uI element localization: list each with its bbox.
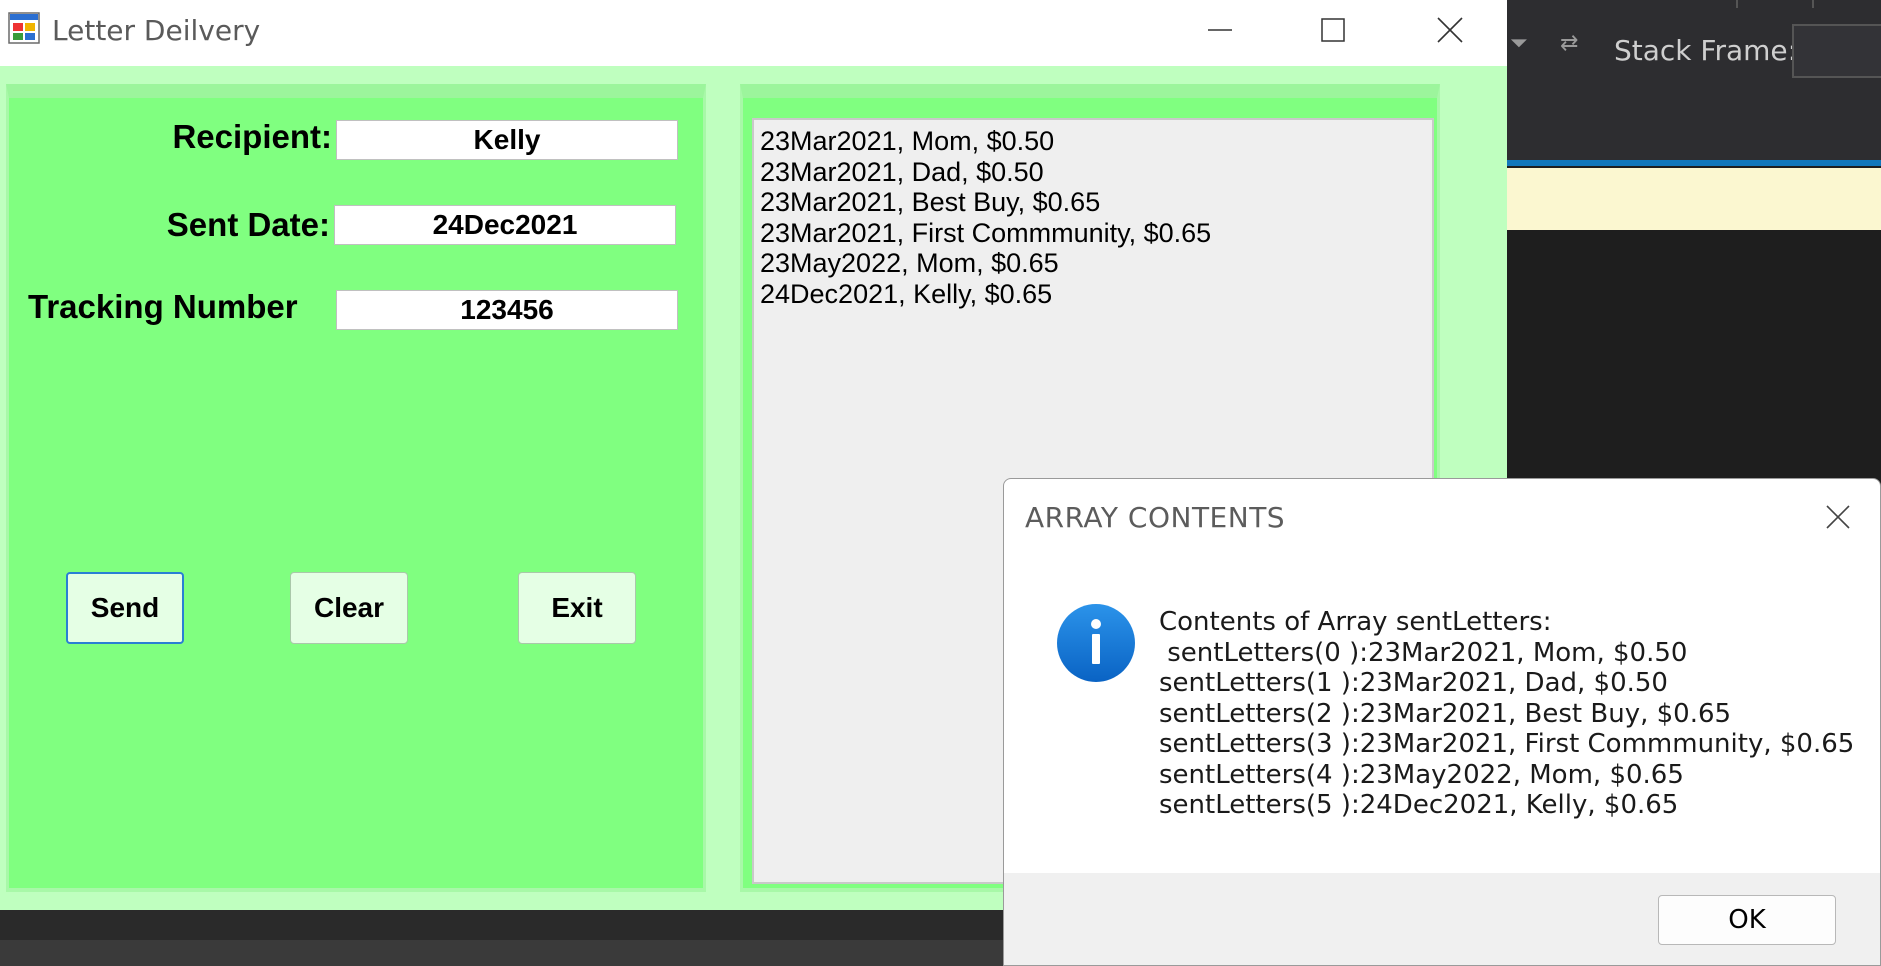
list-item[interactable]: 23May2022, Mom, $0.65 (760, 248, 1426, 279)
minimize-icon (1208, 29, 1232, 31)
stack-frame-dropdown[interactable] (1792, 24, 1881, 78)
array-contents-dialog: ARRAY CONTENTS Contents of Array sentLet… (1003, 478, 1881, 966)
recipient-field[interactable]: Kelly (336, 120, 678, 160)
stack-frame-label: Stack Frame: (1614, 34, 1798, 67)
window-title: Letter Deilvery (52, 14, 261, 47)
ide-status-area (0, 940, 1010, 966)
list-item[interactable]: 24Dec2021, Kelly, $0.65 (760, 279, 1426, 310)
exit-button[interactable]: Exit (518, 572, 636, 644)
message-line: sentLetters(1 ):23Mar2021, Dad, $0.50 (1159, 668, 1668, 698)
message-line: sentLetters(5 ):24Dec2021, Kelly, $0.65 (1159, 790, 1679, 820)
clear-button[interactable]: Clear (290, 572, 408, 644)
dialog-close-button[interactable] (1818, 497, 1858, 537)
maximize-icon (1321, 18, 1345, 42)
ide-toolbar-separator (1736, 0, 1738, 8)
filter-icon[interactable]: ⏷ (1510, 30, 1528, 56)
winforms-app-icon (8, 12, 40, 44)
dialog-footer: OK (1004, 873, 1880, 965)
list-item[interactable]: 23Mar2021, First Commmunity, $0.65 (760, 218, 1426, 249)
dialog-title: ARRAY CONTENTS (1025, 501, 1286, 534)
sent-date-field[interactable]: 24Dec2021 (334, 205, 676, 245)
minimize-button[interactable] (1190, 6, 1250, 54)
tracking-number-field[interactable]: 123456 (336, 290, 678, 330)
list-item[interactable]: 23Mar2021, Mom, $0.50 (760, 126, 1426, 157)
message-line: Contents of Array sentLetters: (1159, 607, 1552, 637)
tracking-number-label: Tracking Number (28, 288, 298, 325)
list-item[interactable]: 23Mar2021, Dad, $0.50 (760, 157, 1426, 188)
ide-accent-line (1500, 160, 1881, 166)
list-item[interactable]: 23Mar2021, Best Buy, $0.65 (760, 187, 1426, 218)
dialog-message: Contents of Array sentLetters: sentLette… (1159, 607, 1854, 821)
close-button[interactable] (1420, 6, 1480, 54)
close-icon (1437, 17, 1463, 43)
close-icon (1826, 505, 1850, 529)
message-line: sentLetters(0 ):23Mar2021, Mom, $0.50 (1159, 637, 1688, 668)
ide-info-bar (1500, 168, 1881, 230)
message-line: sentLetters(3 ):23Mar2021, First Commmun… (1159, 729, 1855, 759)
maximize-button[interactable] (1303, 6, 1363, 54)
info-icon (1057, 604, 1135, 682)
ide-toolbar-separator (1812, 0, 1814, 8)
title-bar[interactable]: Letter Deilvery (0, 0, 1507, 62)
message-line: sentLetters(2 ):23Mar2021, Best Buy, $0.… (1159, 698, 1732, 729)
send-button[interactable]: Send (66, 572, 184, 644)
stack-toggle-icon[interactable]: ⇄ (1560, 30, 1578, 56)
sent-date-label: Sent Date: (166, 206, 330, 243)
ok-button[interactable]: OK (1658, 895, 1836, 945)
recipient-label: Recipient: (172, 118, 332, 155)
message-line: sentLetters(4 ):23May2022, Mom, $0.65 (1159, 759, 1684, 790)
